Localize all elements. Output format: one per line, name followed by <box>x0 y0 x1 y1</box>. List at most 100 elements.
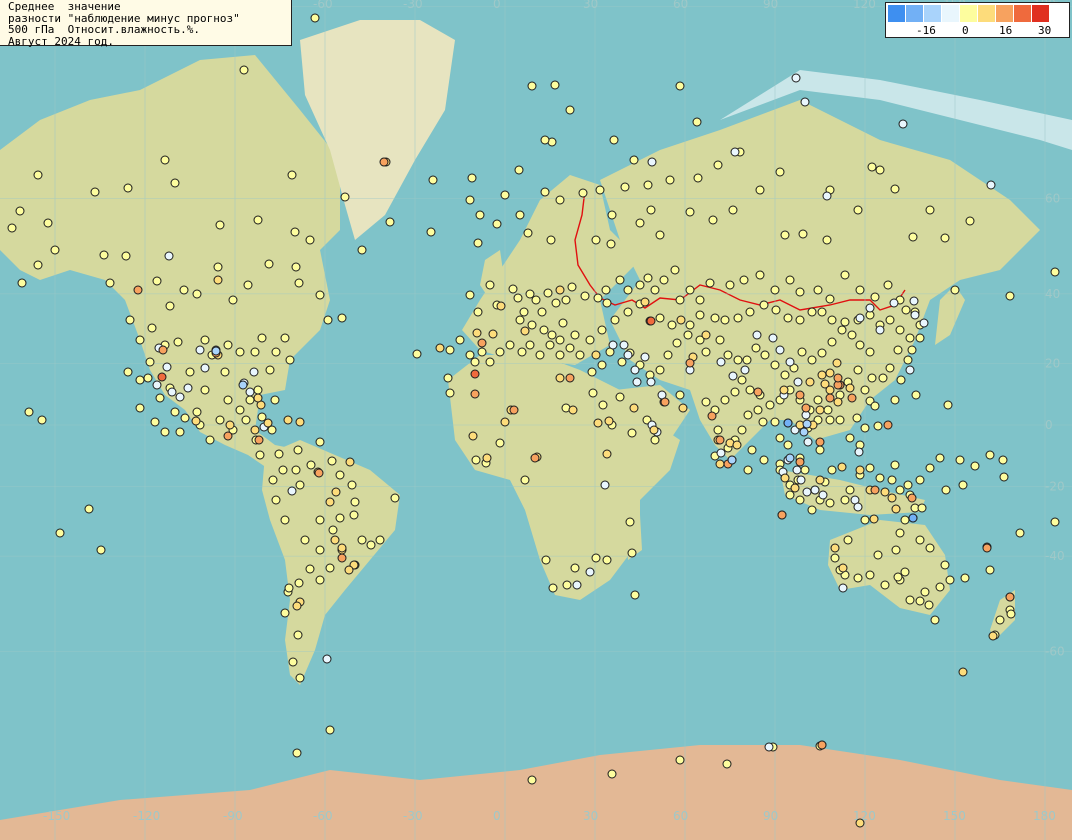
station-marker[interactable] <box>822 235 832 245</box>
station-marker[interactable] <box>895 485 905 495</box>
station-marker[interactable] <box>986 180 996 190</box>
station-marker[interactable] <box>910 310 920 320</box>
station-marker[interactable] <box>235 405 245 415</box>
station-marker[interactable] <box>133 285 143 295</box>
station-marker[interactable] <box>853 502 863 512</box>
station-marker[interactable] <box>825 498 835 508</box>
world-map[interactable]: -150-150-120-120-90-90-60-60-30-30003030… <box>0 0 1072 840</box>
station-marker[interactable] <box>745 307 755 317</box>
station-marker[interactable] <box>135 375 145 385</box>
station-marker[interactable] <box>797 347 807 357</box>
station-marker[interactable] <box>830 553 840 563</box>
station-marker[interactable] <box>701 330 711 340</box>
station-marker[interactable] <box>765 400 775 410</box>
station-marker[interactable] <box>627 428 637 438</box>
station-marker[interactable] <box>728 205 738 215</box>
station-marker[interactable] <box>325 497 335 507</box>
station-marker[interactable] <box>780 230 790 240</box>
station-marker[interactable] <box>770 360 780 370</box>
station-marker[interactable] <box>743 465 753 475</box>
station-marker[interactable] <box>995 615 1005 625</box>
station-marker[interactable] <box>135 335 145 345</box>
station-marker[interactable] <box>285 355 295 365</box>
station-marker[interactable] <box>988 631 998 641</box>
station-marker[interactable] <box>807 355 817 365</box>
station-marker[interactable] <box>179 285 189 295</box>
station-marker[interactable] <box>777 510 787 520</box>
station-marker[interactable] <box>915 535 925 545</box>
station-marker[interactable] <box>562 580 572 590</box>
station-marker[interactable] <box>760 350 770 360</box>
station-marker[interactable] <box>667 320 677 330</box>
station-marker[interactable] <box>379 157 389 167</box>
station-marker[interactable] <box>357 535 367 545</box>
station-marker[interactable] <box>940 560 950 570</box>
station-marker[interactable] <box>608 340 618 350</box>
station-marker[interactable] <box>907 345 917 355</box>
station-marker[interactable] <box>908 232 918 242</box>
station-marker[interactable] <box>890 395 900 405</box>
station-marker[interactable] <box>810 485 820 495</box>
station-marker[interactable] <box>609 135 619 145</box>
station-marker[interactable] <box>728 371 738 381</box>
station-marker[interactable] <box>314 468 324 478</box>
station-marker[interactable] <box>578 188 588 198</box>
station-marker[interactable] <box>908 513 918 523</box>
station-marker[interactable] <box>475 210 485 220</box>
station-marker[interactable] <box>265 365 275 375</box>
station-marker[interactable] <box>723 350 733 360</box>
station-marker[interactable] <box>213 275 223 285</box>
station-marker[interactable] <box>255 450 265 460</box>
station-marker[interactable] <box>785 490 795 500</box>
station-marker[interactable] <box>792 465 802 475</box>
station-marker[interactable] <box>650 285 660 295</box>
station-marker[interactable] <box>900 567 910 577</box>
station-marker[interactable] <box>223 340 233 350</box>
station-marker[interactable] <box>672 338 682 348</box>
station-marker[interactable] <box>271 495 281 505</box>
station-marker[interactable] <box>840 270 850 280</box>
station-marker[interactable] <box>895 528 905 538</box>
station-marker[interactable] <box>525 340 535 350</box>
station-marker[interactable] <box>865 463 875 473</box>
station-marker[interactable] <box>852 413 862 423</box>
station-marker[interactable] <box>795 457 805 467</box>
station-marker[interactable] <box>620 182 630 192</box>
station-marker[interactable] <box>602 555 612 565</box>
station-marker[interactable] <box>607 769 617 779</box>
station-marker[interactable] <box>727 455 737 465</box>
station-marker[interactable] <box>825 415 835 425</box>
station-marker[interactable] <box>785 357 795 367</box>
station-marker[interactable] <box>294 278 304 288</box>
station-marker[interactable] <box>165 301 175 311</box>
station-marker[interactable] <box>775 433 785 443</box>
station-marker[interactable] <box>685 358 695 368</box>
station-marker[interactable] <box>701 347 711 357</box>
station-marker[interactable] <box>565 343 575 353</box>
station-marker[interactable] <box>732 440 742 450</box>
station-marker[interactable] <box>870 292 880 302</box>
station-marker[interactable] <box>885 363 895 373</box>
station-marker[interactable] <box>555 373 565 383</box>
station-marker[interactable] <box>192 289 202 299</box>
station-marker[interactable] <box>467 173 477 183</box>
station-marker[interactable] <box>295 673 305 683</box>
station-marker[interactable] <box>838 583 848 593</box>
station-marker[interactable] <box>800 465 810 475</box>
station-marker[interactable] <box>327 456 337 466</box>
station-marker[interactable] <box>337 543 347 553</box>
station-marker[interactable] <box>813 285 823 295</box>
station-marker[interactable] <box>350 497 360 507</box>
station-marker[interactable] <box>930 615 940 625</box>
station-marker[interactable] <box>33 170 43 180</box>
station-marker[interactable] <box>200 363 210 373</box>
station-marker[interactable] <box>896 375 906 385</box>
station-marker[interactable] <box>632 377 642 387</box>
station-marker[interactable] <box>779 385 789 395</box>
station-marker[interactable] <box>591 235 601 245</box>
station-marker[interactable] <box>591 350 601 360</box>
station-marker[interactable] <box>283 415 293 425</box>
station-marker[interactable] <box>565 105 575 115</box>
station-marker[interactable] <box>473 307 483 317</box>
station-marker[interactable] <box>567 282 577 292</box>
